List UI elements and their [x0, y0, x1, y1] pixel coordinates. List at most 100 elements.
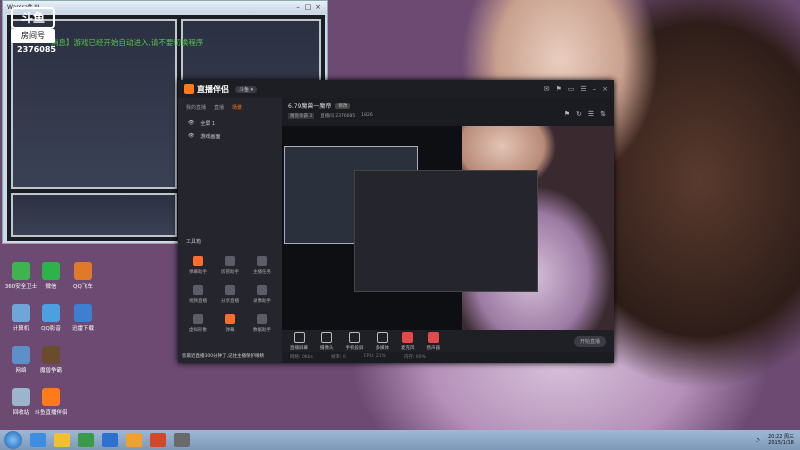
tool-icon: [257, 285, 267, 295]
taskbar: 🔊 20:22 周三 2015/1/18: [0, 430, 800, 450]
scene-item[interactable]: 👁 全屏 1: [178, 117, 282, 130]
desktop-icon[interactable]: 回收站: [4, 388, 38, 416]
desktop-icon-label: 网络: [15, 368, 27, 374]
tool-button[interactable]: 视频直播: [182, 285, 214, 304]
taskbar-app-icon[interactable]: [126, 433, 142, 447]
tool-button[interactable]: 录像助手: [246, 285, 278, 304]
desktop-icon[interactable]: 迅雷下载: [66, 304, 100, 332]
desktop-icon[interactable]: QQ飞车: [66, 262, 100, 290]
source-icon: [376, 331, 388, 343]
desktop-icon-label: 迅雷下载: [71, 326, 94, 332]
tab-live[interactable]: 直播: [214, 104, 224, 111]
source-label: 麦克风: [401, 345, 415, 351]
tool-label: 数据助手: [253, 328, 271, 333]
tool-button[interactable]: 弹幕助手: [182, 256, 214, 275]
message-icon[interactable]: ✉: [544, 85, 550, 93]
flag-icon[interactable]: ⚑: [555, 85, 561, 93]
refresh-icon[interactable]: ↻: [576, 110, 582, 118]
taskbar-app-icon[interactable]: [174, 433, 190, 447]
list-icon[interactable]: ☰: [588, 110, 594, 118]
eye-icon[interactable]: 👁: [188, 133, 194, 140]
desktop-icon-label: 魔兽争霸: [39, 368, 62, 374]
taskbar-app-icon[interactable]: [102, 433, 118, 447]
close-icon[interactable]: ×: [602, 85, 608, 93]
app-titlebar[interactable]: 直播伴侣 斗鱼 ▾ ✉ ⚑ ▭ ☰ – ×: [178, 80, 614, 98]
source-label: 摄像头: [320, 345, 334, 351]
source-button[interactable]: 摄像头: [320, 331, 334, 351]
tool-button[interactable]: 弹幕: [214, 314, 246, 333]
close-button[interactable]: ×: [313, 3, 323, 11]
flag-icon[interactable]: ⚑: [564, 110, 570, 118]
tool-label: 弹幕助手: [189, 270, 207, 275]
tab-scene[interactable]: 场景: [232, 104, 242, 111]
tool-button[interactable]: 主播任务: [246, 256, 278, 275]
start-button[interactable]: [4, 431, 22, 449]
start-live-button[interactable]: 开始直播: [573, 335, 606, 347]
desktop-icon-label: 回收站: [12, 410, 30, 416]
source-button[interactable]: 麦克风: [401, 331, 415, 351]
source-label: 多媒体: [375, 345, 390, 351]
source-button[interactable]: 直播屏幕: [290, 331, 308, 351]
memory-status: 内存: 60%: [403, 355, 426, 360]
tool-icon: [257, 314, 267, 324]
category-tag[interactable]: 魔兽争霸 3: [288, 113, 315, 119]
source-icon: [349, 331, 360, 343]
tool-button[interactable]: 房管助手: [214, 256, 246, 275]
tool-button[interactable]: 分享直播: [214, 285, 246, 304]
source-label: 直播屏幕: [290, 345, 308, 351]
clock[interactable]: 20:22 周三 2015/1/18: [768, 434, 794, 446]
source-label: 扬声器: [426, 345, 441, 351]
desktop-icon[interactable]: 斗鱼直播伴侣: [34, 388, 68, 416]
tool-icon: [193, 285, 203, 295]
minimize-button[interactable]: –: [293, 3, 303, 11]
room-header: 6.79魔兽一魔帝 修改 魔兽争霸 3 直播间 2376085 1826 ⚑ ↻…: [282, 98, 614, 126]
scene-item[interactable]: 👁 游戏画面: [178, 130, 282, 143]
maximize-button[interactable]: □: [303, 3, 313, 11]
streamer-app-window[interactable]: 直播伴侣 斗鱼 ▾ ✉ ⚑ ▭ ☰ – × 我的直播 直播 场景 👁 全屏 1 …: [178, 80, 614, 363]
menu-icon[interactable]: ☰: [580, 85, 586, 93]
tool-icon: [225, 314, 235, 324]
source-icon: [321, 331, 333, 343]
eye-icon[interactable]: 👁: [188, 120, 194, 127]
taskbar-app-icon[interactable]: [30, 433, 46, 447]
desktop-icon[interactable]: 360安全卫士: [4, 262, 38, 290]
game-panel-bottom-left: [11, 193, 177, 237]
tool-button[interactable]: 数据助手: [246, 314, 278, 333]
live-preview[interactable]: [282, 126, 614, 330]
taskbar-app-icon[interactable]: [78, 433, 94, 447]
status-bar: 网络: 0Kbs 帧率: 0 CPU: 21% 内存: 60%: [282, 352, 614, 363]
desktop-icon[interactable]: 微信: [34, 262, 68, 290]
minimize-icon[interactable]: –: [593, 85, 597, 93]
source-icon: [427, 331, 439, 343]
tool-label: 弹幕: [225, 328, 235, 333]
app-logo: 直播伴侣: [184, 84, 229, 95]
desktop-icon[interactable]: 魔兽争霸: [34, 346, 68, 374]
desktop-icon[interactable]: QQ影音: [34, 304, 68, 332]
share-icon[interactable]: ⇅: [600, 110, 606, 118]
desktop-icon[interactable]: 计算机: [4, 304, 38, 332]
platform-select[interactable]: 斗鱼 ▾: [235, 85, 258, 93]
tool-label: 录像助手: [253, 299, 271, 304]
volume-icon[interactable]: 🔊: [756, 437, 762, 443]
source-icon: [293, 331, 305, 343]
clock-date: 2015/1/18: [768, 440, 794, 446]
app-icon: [12, 262, 30, 280]
desktop-icon[interactable]: 网络: [4, 346, 38, 374]
room-number: 2376085: [17, 45, 56, 54]
douyu-logo: 斗鱼: [11, 7, 55, 29]
source-button[interactable]: 扬声器: [426, 331, 441, 351]
taskbar-app-icon[interactable]: [150, 433, 166, 447]
tool-button[interactable]: 虚拟形象: [182, 314, 214, 333]
app-icon: [12, 388, 30, 406]
window-icon[interactable]: ▭: [568, 85, 575, 93]
taskbar-app-icon[interactable]: [54, 433, 70, 447]
source-button[interactable]: 手机投屏: [346, 331, 364, 351]
toolbox-grid: 弹幕助手 房管助手 主播任务视频直播 分享直播 录像助手虚拟形象 弹幕 数据助手: [182, 256, 278, 333]
sidebar-tabs: 我的直播 直播 场景: [178, 98, 282, 117]
tool-icon: [225, 285, 235, 295]
tab-my-live[interactable]: 我的直播: [186, 104, 206, 111]
tool-label: 房管助手: [221, 270, 239, 275]
tool-label: 主播任务: [253, 270, 271, 275]
edit-title-button[interactable]: 修改: [335, 102, 351, 109]
source-button[interactable]: 多媒体: [375, 331, 390, 351]
